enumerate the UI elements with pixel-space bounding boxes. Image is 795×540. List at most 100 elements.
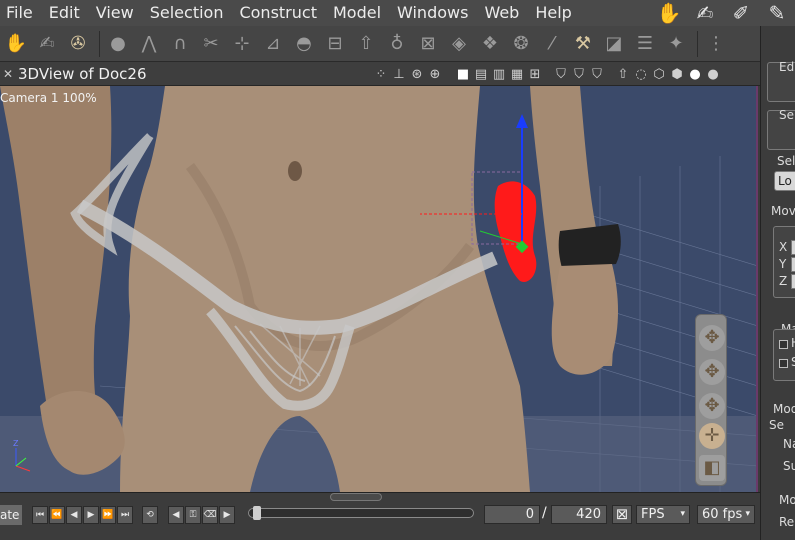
wrench-tool-icon[interactable]: ⚒	[569, 29, 597, 59]
smooth-tool-icon[interactable]: ❖	[476, 29, 504, 59]
lasso-tool-icon[interactable]: ✍	[33, 29, 61, 59]
camera-nav-widget: ✥ ✥ ✥ ✛ ◧	[695, 314, 727, 486]
hand-tool-icon[interactable]: ✋	[2, 29, 30, 59]
polyline-tool-icon[interactable]: ⋀	[135, 29, 163, 59]
camera-move-icon[interactable]: ⊛	[408, 67, 426, 82]
trackball-icon[interactable]: ✛	[699, 423, 725, 449]
y-input[interactable]	[791, 257, 795, 272]
stop-icon[interactable]: ◀	[66, 506, 82, 524]
camera-zoom-icon[interactable]: ⊕	[426, 67, 444, 82]
room-switcher: ✋ ✍ ✐ ✎	[651, 0, 795, 26]
menu-web[interactable]: Web	[476, 0, 527, 26]
dotted-circle-icon[interactable]: ◌	[632, 67, 650, 82]
point-tool-icon[interactable]: ⊹	[228, 29, 256, 59]
shield-lines-icon[interactable]: ⛉	[588, 67, 606, 82]
tool-bar: ✋ ✍ ✇ ● ⋀ ∩ ✂ ⊹ ⊿ ◓ ⊟ ⇧ ♁ ⊠ ◈ ❖ ❂ ⁄ ⚒ ◪ …	[0, 26, 760, 62]
3d-viewport[interactable]: Z Camera 1 100% ✥ ✥ ✥ ✛ ◧	[0, 86, 758, 492]
menu-help[interactable]: Help	[527, 0, 579, 26]
box-tool-icon[interactable]: ⊠	[414, 29, 442, 59]
menu-windows[interactable]: Windows	[389, 0, 476, 26]
interpolation-icon[interactable]: ⊠	[612, 505, 632, 524]
fold-tool-icon[interactable]: ◪	[600, 29, 628, 59]
fps-value-dropdown[interactable]: 60 fps ▾	[697, 505, 755, 524]
play-icon[interactable]: ▶	[83, 506, 99, 524]
h-checkbox[interactable]	[779, 340, 788, 349]
solid-cube-icon[interactable]: ⬢	[668, 67, 686, 82]
menu-file[interactable]: File	[0, 0, 41, 26]
next-key-icon[interactable]: ▶	[219, 506, 235, 524]
go-end-icon[interactable]: ⏭	[117, 506, 133, 524]
four-views-icon[interactable]: ▦	[508, 67, 526, 82]
draw-room-icon[interactable]: ✐	[723, 1, 759, 25]
left-arm-mesh	[0, 86, 112, 426]
shell-tool-icon[interactable]: ⇧	[352, 29, 380, 59]
rewind-icon[interactable]: ⏪	[49, 506, 65, 524]
modeler-label: Mod	[773, 402, 795, 416]
menu-model[interactable]: Model	[325, 0, 389, 26]
stamp-tool-icon[interactable]: ✇	[64, 29, 92, 59]
brush-tool-icon[interactable]: ⁄	[538, 29, 566, 59]
s-checkbox[interactable]	[779, 359, 788, 368]
delete-key-icon[interactable]: ⌫	[202, 506, 218, 524]
blob-tool-icon[interactable]: ❂	[507, 29, 535, 59]
dome-tool-icon[interactable]: ◓	[290, 29, 318, 59]
timeline-scrubber-knob[interactable]	[253, 506, 261, 520]
selection-collapse-label[interactable]: Se	[769, 418, 784, 432]
three-views-icon[interactable]: ▥	[490, 67, 508, 82]
knife-tool-icon[interactable]: ✂	[197, 29, 225, 59]
gizmo-y-arrow-icon[interactable]	[516, 114, 528, 128]
shaded-sphere-icon[interactable]: ●	[704, 67, 722, 82]
grid-views-icon[interactable]: ⊞	[526, 67, 544, 82]
cup-tool-icon[interactable]: ♁	[383, 29, 411, 59]
move-yz-icon[interactable]: ✥	[699, 393, 725, 419]
smooth-sphere-icon[interactable]: ●	[686, 67, 704, 82]
timeline-scrubber[interactable]	[248, 506, 474, 520]
align-tool-icon[interactable]: ☰	[631, 29, 659, 59]
chevron-down-icon: ▾	[745, 509, 750, 519]
move-xz-icon[interactable]: ✥	[699, 359, 725, 385]
bevel-tool-icon[interactable]: ⊿	[259, 29, 287, 59]
camera-dolly-icon[interactable]: ⁘	[372, 67, 390, 82]
up-arrow-icon[interactable]: ⇧	[614, 67, 632, 82]
two-views-icon[interactable]: ▤	[472, 67, 490, 82]
brush-room-icon[interactable]: ✎	[759, 1, 795, 25]
timeline-bar: ate ⏮ ⏪ ◀ ▶ ⏩ ⏭ ⟲ ◀ ⚿ ⌫ ▶ 0 / 420 ⊠ FPS …	[0, 492, 760, 540]
extrude-tool-icon[interactable]: ⊟	[321, 29, 349, 59]
menu-selection[interactable]: Selection	[142, 0, 232, 26]
key-icon[interactable]: ⚿	[185, 506, 201, 524]
cube-tool-icon[interactable]: ◈	[445, 29, 473, 59]
magnet-tool-icon[interactable]: ∩	[166, 29, 194, 59]
right-hand-mesh	[551, 264, 618, 375]
view-close-icon[interactable]: ✕	[0, 67, 16, 81]
view-title: 3DView of Doc26	[18, 64, 147, 83]
x-input[interactable]	[791, 240, 795, 255]
end-frame-field[interactable]: 420	[551, 505, 607, 524]
wire-cube-icon[interactable]: ⬡	[650, 67, 668, 82]
shard-tool-icon[interactable]: ✦	[662, 29, 690, 59]
go-start-icon[interactable]: ⏮	[32, 506, 48, 524]
fast-forward-icon[interactable]: ⏩	[100, 506, 116, 524]
menu-view[interactable]: View	[88, 0, 142, 26]
menu-construct[interactable]: Construct	[231, 0, 325, 26]
view-options: ⁘ ⊥ ⊛ ⊕ ■ ▤ ▥ ▦ ⊞ ⛉ ⛉ ⛉ ⇧ ◌ ⬡ ⬢ ● ●	[372, 62, 722, 86]
dashed-select-icon[interactable]: ⋮	[702, 29, 730, 59]
menu-edit[interactable]: Edit	[41, 0, 88, 26]
prev-key-icon[interactable]: ◀	[168, 506, 184, 524]
z-input[interactable]	[791, 274, 795, 289]
move-xy-icon[interactable]: ✥	[699, 325, 725, 351]
navel	[288, 161, 302, 181]
paint-room-icon[interactable]: ✍	[687, 1, 723, 25]
wristband	[558, 224, 621, 268]
fps-mode-dropdown[interactable]: FPS ▾	[636, 505, 690, 524]
shield-outline-icon[interactable]: ⛉	[570, 67, 588, 82]
camera-tilt-icon[interactable]: ⊥	[390, 67, 408, 82]
shield-icon[interactable]: ⛉	[552, 67, 570, 82]
single-view-icon[interactable]: ■	[454, 67, 472, 82]
timeline-resize-handle[interactable]	[330, 493, 382, 501]
loop-icon[interactable]: ⟲	[142, 506, 158, 524]
sphere-tool-icon[interactable]: ●	[104, 29, 132, 59]
cube-view-icon[interactable]: ◧	[699, 455, 725, 481]
selected-element[interactable]	[494, 181, 537, 282]
hand-room-icon[interactable]: ✋	[651, 1, 687, 25]
current-frame-field[interactable]: 0	[484, 505, 540, 524]
